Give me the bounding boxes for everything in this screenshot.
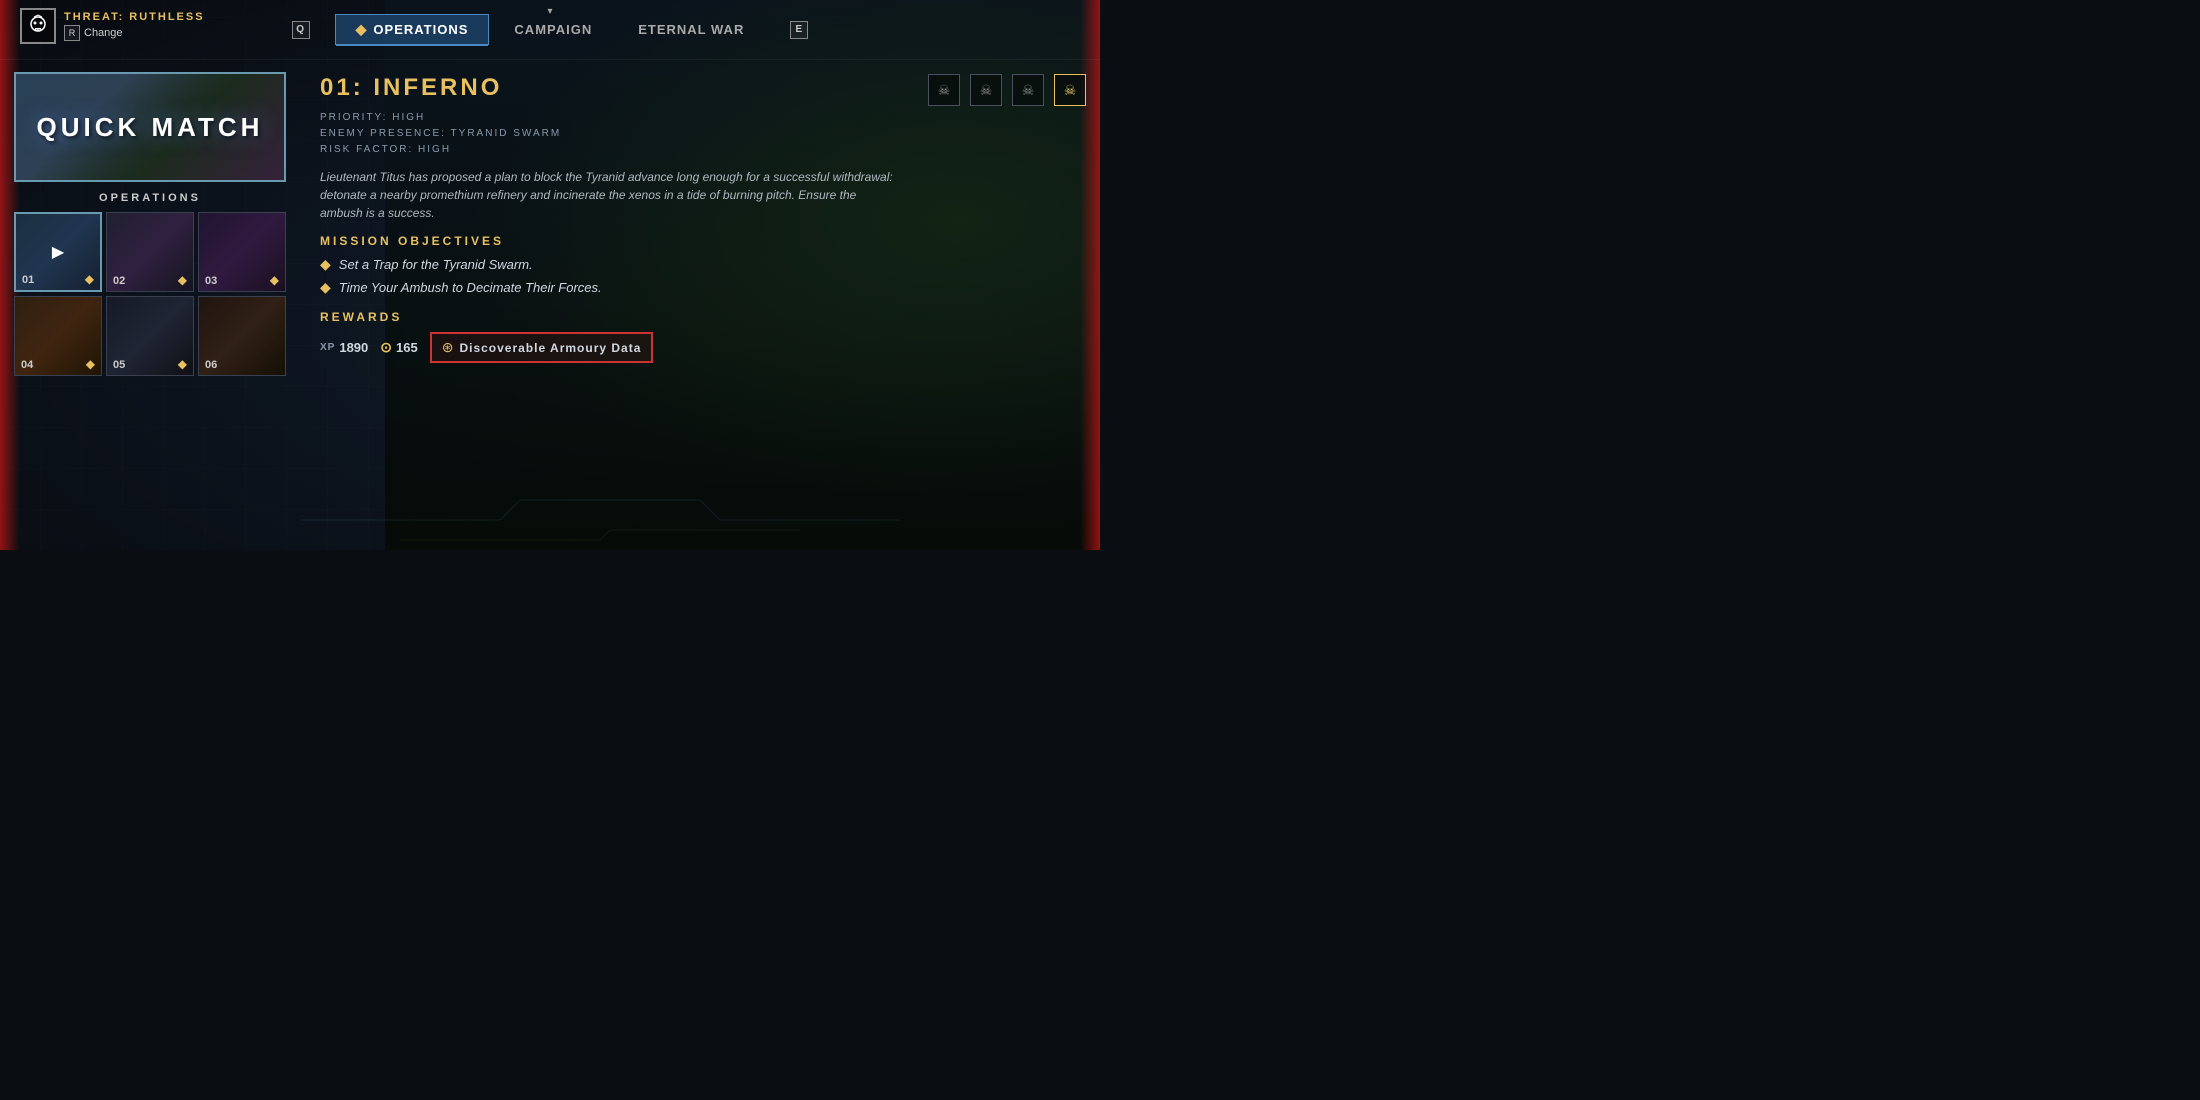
tab-campaign[interactable]: Campaign: [493, 15, 613, 44]
op-6-number: 06: [205, 359, 217, 371]
xp-value: 1890: [339, 340, 368, 355]
op-card-3[interactable]: 03 ◆: [198, 212, 286, 292]
operations-section-label: OPERATIONS: [14, 192, 286, 204]
op-4-diamond-icon: ◆: [86, 357, 95, 371]
operations-grid: ▶ 01 ◆ 02 ◆ 03 ◆: [14, 212, 286, 376]
op-card-2[interactable]: 02 ◆: [106, 212, 194, 292]
tab-campaign-label: Campaign: [514, 22, 592, 37]
change-text: Change: [84, 27, 123, 39]
coin-value: 165: [396, 340, 418, 355]
quick-match-banner[interactable]: QUICK MATCH: [14, 72, 286, 182]
op-1-play-icon: ▶: [52, 242, 64, 262]
op-card-6[interactable]: 06: [198, 296, 286, 376]
op-1-diamond-icon: ◆: [85, 272, 94, 286]
meta-enemy: ENEMY PRESENCE: TYRANID SWARM: [320, 126, 1080, 142]
diff-icon-1: ☠: [928, 74, 960, 106]
obj-1-text: Set a Trap for the Tyranid Swarm.: [339, 257, 533, 272]
op-card-5[interactable]: 05 ◆: [106, 296, 194, 376]
meta-priority: PRIORITY: HIGH: [320, 110, 1080, 126]
obj-2-diamond-icon: ◆: [320, 279, 331, 296]
rewards-row: XP 1890 ⊙ 165 ⊛ Discoverable Armoury Dat…: [320, 332, 1080, 363]
diff-icon-4: ☠: [1054, 74, 1086, 106]
tab-active-underline: [336, 44, 489, 46]
xp-label: XP: [320, 342, 335, 353]
op-1-number: 01: [22, 274, 34, 286]
op-5-diamond-icon: ◆: [178, 357, 187, 371]
xp-reward: XP 1890: [320, 340, 368, 355]
mission-meta: PRIORITY: HIGH ENEMY PRESENCE: TYRANID S…: [320, 110, 1080, 158]
diff-icon-2: ☠: [970, 74, 1002, 106]
armoury-icon: ⊛: [442, 339, 454, 356]
coin-reward: ⊙ 165: [380, 339, 417, 356]
threat-text-block: THREAT: RUTHLESS R Change: [64, 11, 205, 41]
op-card-1[interactable]: ▶ 01 ◆: [14, 212, 102, 292]
tab-quick[interactable]: Q: [271, 14, 331, 46]
threat-change-row: R Change: [64, 25, 205, 41]
top-navigation: THREAT: RUTHLESS R Change ▾ Q ◆ Operatio…: [0, 0, 1100, 60]
nav-tabs-container: ▾ Q ◆ Operations Campaign Eternal War E: [271, 14, 830, 46]
obj-1-diamond-icon: ◆: [320, 256, 331, 273]
obj-2-text: Time Your Ambush to Decimate Their Force…: [339, 280, 602, 295]
quick-match-text: QUICK MATCH: [37, 112, 264, 143]
tab-eternal-war-label: Eternal War: [638, 22, 744, 37]
operations-section: OPERATIONS ▶ 01 ◆ 02 ◆: [14, 192, 286, 376]
coin-icon: ⊙: [380, 339, 392, 356]
operations-diamond-icon: ◆: [356, 21, 368, 38]
op-3-number: 03: [205, 275, 217, 287]
op-3-diamond-icon: ◆: [270, 273, 279, 287]
tab-operations[interactable]: ◆ Operations: [335, 14, 490, 45]
change-key-badge: R: [64, 25, 80, 41]
tab-operations-label: Operations: [373, 22, 468, 37]
threat-skull-icon: [20, 8, 56, 44]
threat-label: THREAT: RUTHLESS: [64, 11, 205, 23]
eternal-key-badge: E: [790, 21, 808, 39]
tab-eternal-key[interactable]: E: [769, 14, 829, 46]
meta-risk: RISK FACTOR: HIGH: [320, 142, 1080, 158]
op-4-number: 04: [21, 359, 33, 371]
main-content-wrapper: THREAT: RUTHLESS R Change ▾ Q ◆ Operatio…: [0, 0, 1100, 550]
objectives-list: ◆ Set a Trap for the Tyranid Swarm. ◆ Ti…: [320, 256, 1080, 296]
diff-icon-3: ☠: [1012, 74, 1044, 106]
mission-description: Lieutenant Titus has proposed a plan to …: [320, 168, 900, 222]
right-panel: ☠ ☠ ☠ ☠ 01: INFERNO PRIORITY: HIGH ENEMY…: [300, 60, 1100, 550]
objective-item-1: ◆ Set a Trap for the Tyranid Swarm.: [320, 256, 1080, 273]
left-panel: QUICK MATCH OPERATIONS ▶ 01 ◆ 02 ◆: [0, 60, 300, 550]
objective-item-2: ◆ Time Your Ambush to Decimate Their For…: [320, 279, 1080, 296]
op-2-number: 02: [113, 275, 125, 287]
main-layout: QUICK MATCH OPERATIONS ▶ 01 ◆ 02 ◆: [0, 60, 1100, 550]
op-5-number: 05: [113, 359, 125, 371]
armoury-text: Discoverable Armoury Data: [459, 341, 641, 355]
quick-key-badge: Q: [292, 21, 310, 39]
armoury-badge[interactable]: ⊛ Discoverable Armoury Data: [430, 332, 654, 363]
rewards-section-title: REWARDS: [320, 310, 1080, 324]
decorative-circuit-lines: [300, 490, 1100, 550]
tab-eternal-war[interactable]: Eternal War: [617, 15, 765, 44]
op-card-4[interactable]: 04 ◆: [14, 296, 102, 376]
op-2-diamond-icon: ◆: [178, 273, 187, 287]
objectives-section-title: MISSION OBJECTIVES: [320, 234, 1080, 248]
difficulty-icons-row: ☠ ☠ ☠ ☠: [928, 74, 1086, 106]
threat-indicator: THREAT: RUTHLESS R Change: [20, 8, 205, 44]
